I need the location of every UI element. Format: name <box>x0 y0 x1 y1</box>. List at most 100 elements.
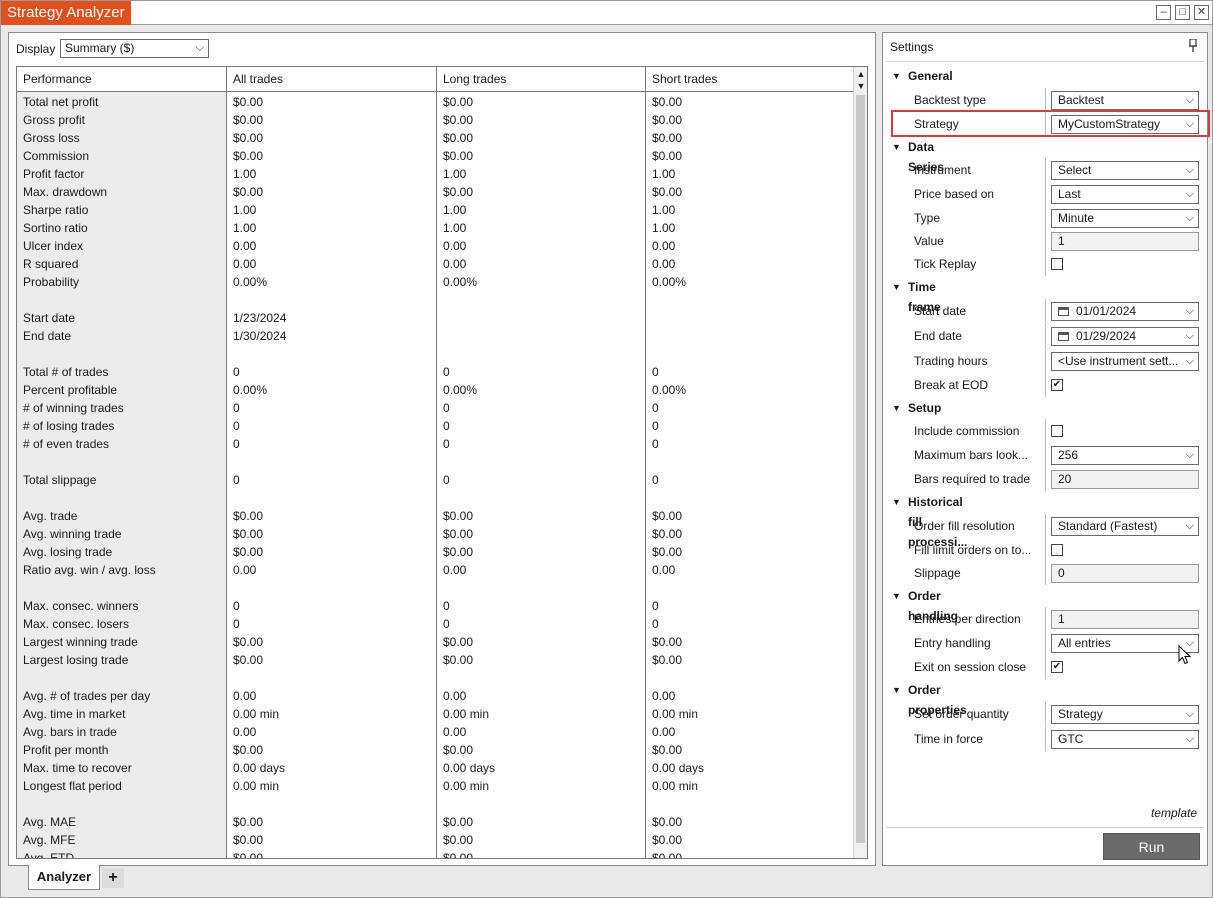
chevron-down-icon[interactable]: ⌵ <box>1183 518 1194 535</box>
table-row[interactable]: Max. time to recover 0.00 days 0.00 days 0.… <box>17 759 855 777</box>
table-row[interactable] <box>17 291 855 309</box>
display-select[interactable]: Summary ($) ⌵ <box>60 39 209 58</box>
table-row[interactable]: Gross profit $0.00 $0.00 $0.00 <box>17 111 855 129</box>
table-row[interactable]: Avg. # of trades per day 0.00 0.00 0.00 <box>17 687 855 705</box>
table-row[interactable]: Avg. trade $0.00 $0.00 $0.00 <box>17 507 855 525</box>
table-row[interactable]: Percent profitable 0.00% 0.00% 0.00% <box>17 381 855 399</box>
table-row[interactable]: Max. drawdown $0.00 $0.00 $0.00 <box>17 183 855 201</box>
collapse-triangle-icon[interactable]: ▼ <box>892 398 901 418</box>
column-header-all-trades[interactable]: All trades <box>227 67 437 92</box>
dropdown[interactable]: Last ⌵ <box>1051 185 1199 204</box>
dropdown[interactable]: Backtest ⌵ <box>1051 91 1199 110</box>
table-row[interactable] <box>17 669 855 687</box>
table-row[interactable]: Avg. MAE $0.00 $0.00 $0.00 <box>17 813 855 831</box>
chevron-down-icon[interactable]: ⌵ <box>1183 303 1194 320</box>
minimize-button[interactable]: – <box>1156 5 1171 20</box>
checkbox[interactable] <box>1051 258 1063 270</box>
table-row[interactable]: Ulcer index 0.00 0.00 0.00 <box>17 237 855 255</box>
dropdown[interactable]: 256 ⌵ <box>1051 446 1199 465</box>
chevron-down-icon[interactable]: ⌵ <box>1183 328 1194 345</box>
collapse-triangle-icon[interactable]: ▼ <box>892 66 901 86</box>
maximize-button[interactable]: □ <box>1175 5 1190 20</box>
chevron-down-icon[interactable]: ⌵ <box>1183 706 1194 723</box>
table-row[interactable]: Largest losing trade $0.00 $0.00 $0.00 <box>17 651 855 669</box>
table-row[interactable]: Start date 1/23/2024 <box>17 309 855 327</box>
table-row[interactable] <box>17 345 855 363</box>
table-row[interactable]: Sortino ratio 1.00 1.00 1.00 <box>17 219 855 237</box>
text-field[interactable]: 0 <box>1051 564 1199 583</box>
checkbox[interactable]: ✔ <box>1051 379 1063 391</box>
table-row[interactable]: Avg. time in market 0.00 min 0.00 min 0.00 … <box>17 705 855 723</box>
calendar-icon[interactable] <box>1058 307 1069 316</box>
table-row[interactable]: Max. consec. losers 0 0 0 <box>17 615 855 633</box>
vertical-scrollbar[interactable]: ▲ ▼ <box>853 67 867 858</box>
chevron-down-icon[interactable]: ⌵ <box>1183 210 1194 227</box>
run-button[interactable]: Run <box>1103 833 1200 860</box>
table-row[interactable]: Avg. losing trade $0.00 $0.00 $0.00 <box>17 543 855 561</box>
collapse-triangle-icon[interactable]: ▼ <box>892 492 901 512</box>
chevron-down-icon[interactable]: ⌵ <box>1183 731 1194 748</box>
checkbox[interactable] <box>1051 544 1063 556</box>
dropdown[interactable]: Select ⌵ <box>1051 161 1199 180</box>
table-row[interactable]: # of winning trades 0 0 0 <box>17 399 855 417</box>
table-row[interactable]: Commission $0.00 $0.00 $0.00 <box>17 147 855 165</box>
pin-icon[interactable] <box>1189 39 1197 52</box>
text-field[interactable]: 1 <box>1051 232 1199 251</box>
table-row[interactable]: Largest winning trade $0.00 $0.00 $0.00 <box>17 633 855 651</box>
table-row[interactable]: Total # of trades 0 0 0 <box>17 363 855 381</box>
dropdown[interactable]: Standard (Fastest) ⌵ <box>1051 517 1199 536</box>
checkbox[interactable] <box>1051 425 1063 437</box>
table-row[interactable]: Profit factor 1.00 1.00 1.00 <box>17 165 855 183</box>
column-header-performance[interactable]: Performance <box>17 67 227 92</box>
collapse-triangle-icon[interactable]: ▼ <box>892 586 901 606</box>
dropdown[interactable]: All entries ⌵ <box>1051 634 1199 653</box>
column-header-short-trades[interactable]: Short trades <box>646 67 855 92</box>
table-row[interactable]: Gross loss $0.00 $0.00 $0.00 <box>17 129 855 147</box>
template-label[interactable]: template <box>1151 806 1197 820</box>
table-row[interactable]: Sharpe ratio 1.00 1.00 1.00 <box>17 201 855 219</box>
add-tab-button[interactable]: + <box>102 868 124 888</box>
scroll-down-icon[interactable]: ▼ <box>854 80 867 92</box>
column-header-long-trades[interactable]: Long trades <box>437 67 646 92</box>
chevron-down-icon[interactable]: ⌵ <box>1183 162 1194 179</box>
table-row[interactable] <box>17 579 855 597</box>
text-field[interactable]: 20 <box>1051 470 1199 489</box>
dropdown[interactable]: Minute ⌵ <box>1051 209 1199 228</box>
table-row[interactable] <box>17 489 855 507</box>
collapse-triangle-icon[interactable]: ▼ <box>892 680 901 700</box>
chevron-down-icon[interactable]: ⌵ <box>1183 186 1194 203</box>
table-row[interactable]: Total net profit $0.00 $0.00 $0.00 <box>17 93 855 111</box>
date-picker[interactable]: 01/29/2024 ⌵ <box>1051 327 1199 346</box>
table-row[interactable]: End date 1/30/2024 <box>17 327 855 345</box>
table-row[interactable]: Avg. winning trade $0.00 $0.00 $0.00 <box>17 525 855 543</box>
text-field[interactable]: 1 <box>1051 610 1199 629</box>
table-row[interactable] <box>17 453 855 471</box>
dropdown[interactable]: Strategy ⌵ <box>1051 705 1199 724</box>
dropdown[interactable]: GTC ⌵ <box>1051 730 1199 749</box>
table-row[interactable]: Avg. ETD $0.00 $0.00 $0.00 <box>17 849 855 858</box>
collapse-triangle-icon[interactable]: ▼ <box>892 137 901 157</box>
close-button[interactable]: ✕ <box>1194 5 1209 20</box>
checkbox[interactable]: ✔ <box>1051 661 1063 673</box>
scroll-up-icon[interactable]: ▲ <box>854 68 867 80</box>
calendar-icon[interactable] <box>1058 332 1069 341</box>
dropdown[interactable]: <Use instrument sett... ⌵ <box>1051 352 1199 371</box>
date-picker[interactable]: 01/01/2024 ⌵ <box>1051 302 1199 321</box>
scroll-thumb[interactable] <box>856 95 865 843</box>
table-row[interactable]: # of even trades 0 0 0 <box>17 435 855 453</box>
tab-analyzer[interactable]: Analyzer <box>28 865 100 890</box>
table-row[interactable]: Max. consec. winners 0 0 0 <box>17 597 855 615</box>
chevron-down-icon[interactable]: ⌵ <box>1183 447 1194 464</box>
table-row[interactable]: Longest flat period 0.00 min 0.00 min 0.00 … <box>17 777 855 795</box>
table-row[interactable]: Total slippage 0 0 0 <box>17 471 855 489</box>
table-row[interactable]: R squared 0.00 0.00 0.00 <box>17 255 855 273</box>
table-row[interactable]: Avg. bars in trade 0.00 0.00 0.00 <box>17 723 855 741</box>
table-row[interactable]: Profit per month $0.00 $0.00 $0.00 <box>17 741 855 759</box>
table-row[interactable]: Avg. MFE $0.00 $0.00 $0.00 <box>17 831 855 849</box>
table-row[interactable]: Ratio avg. win / avg. loss 0.00 0.00 0.00 <box>17 561 855 579</box>
chevron-down-icon[interactable]: ⌵ <box>1183 353 1194 370</box>
table-row[interactable] <box>17 795 855 813</box>
chevron-down-icon[interactable]: ⌵ <box>1183 92 1194 109</box>
table-row[interactable]: Probability 0.00% 0.00% 0.00% <box>17 273 855 291</box>
table-row[interactable]: # of losing trades 0 0 0 <box>17 417 855 435</box>
